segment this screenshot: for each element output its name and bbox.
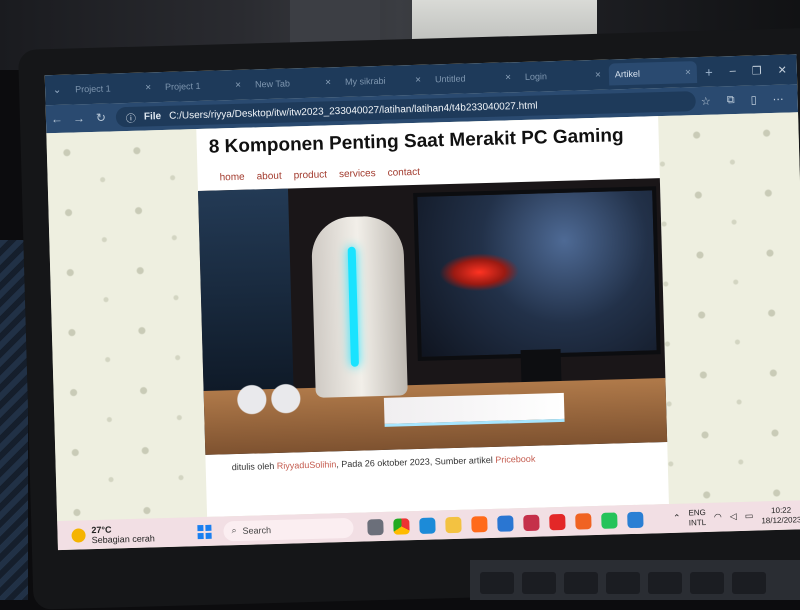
vscode-icon[interactable] (627, 511, 644, 528)
star-icon[interactable]: ☆ (701, 94, 711, 107)
laptop-keyboard (470, 560, 800, 600)
menu-icon[interactable]: ⋯ (772, 92, 784, 105)
taskbar-search[interactable]: ⌕ Search (223, 517, 354, 541)
windows-start-icon[interactable] (197, 524, 212, 539)
weather-icon (71, 527, 86, 543)
back-icon[interactable]: ← (46, 112, 68, 127)
store-icon[interactable] (497, 514, 514, 532)
info-icon[interactable]: ⓘ (126, 109, 136, 124)
close-window-icon[interactable]: ✕ (777, 63, 787, 76)
tab-active[interactable]: Artikel × (608, 61, 698, 86)
pinned-apps (367, 511, 644, 535)
nav-product[interactable]: product (294, 169, 328, 181)
webpage: 8 Komponen Penting Saat Merakit PC Gamin… (46, 112, 800, 522)
tab[interactable]: Project 1 × (159, 74, 248, 98)
address-icons: ☆ ⧉ ▯ ⋯ (701, 92, 798, 107)
close-icon[interactable]: × (235, 79, 241, 90)
file-explorer-icon[interactable] (367, 518, 384, 535)
nav-about[interactable]: about (256, 171, 281, 183)
window-controls: – ❐ ✕ (729, 63, 797, 78)
extension-icon[interactable]: ⧉ (727, 94, 735, 107)
nav-home[interactable]: home (219, 172, 244, 184)
tab[interactable]: My sikrabi × (339, 69, 428, 93)
folder-icon[interactable] (445, 516, 462, 533)
edge-icon[interactable] (419, 517, 436, 534)
maximize-icon[interactable]: ❐ (752, 64, 762, 77)
chevron-up-icon[interactable]: ⌃ (673, 513, 681, 524)
tab[interactable]: Login × (519, 64, 608, 88)
author-link[interactable]: RiyyaduSolihin (277, 459, 337, 471)
chrome-icon[interactable] (393, 517, 410, 535)
wifi-icon[interactable]: ◠ (714, 512, 722, 523)
youtube-icon[interactable] (549, 513, 566, 530)
close-icon[interactable]: × (595, 69, 601, 80)
url-text: C:/Users/riyya/Desktop/itw/itw2023_23304… (168, 100, 538, 122)
close-icon[interactable]: × (415, 74, 421, 85)
clock[interactable]: 10:22 18/12/2023 (761, 505, 800, 526)
source-link[interactable]: Pricebook (495, 454, 535, 465)
laptop-bezel: ⌄ Project 1 × Project 1 × New Tab × My sikr… (18, 27, 800, 610)
split-icon[interactable]: ▯ (750, 93, 756, 106)
tab[interactable]: Project 1 × (69, 76, 158, 100)
close-icon[interactable]: × (505, 72, 511, 83)
volume-icon[interactable]: ◁ (730, 511, 737, 522)
minimize-icon[interactable]: – (729, 64, 735, 77)
vivaldi-icon[interactable] (523, 514, 540, 531)
keyboard-image (383, 392, 565, 427)
weather-desc: Sebagian cerah (91, 532, 155, 545)
file-label: File (143, 110, 162, 123)
page-title: 8 Komponen Penting Saat Merakit PC Gamin… (208, 125, 624, 158)
firefox-icon[interactable] (471, 515, 488, 533)
search-icon: ⌕ (231, 525, 237, 536)
battery-icon[interactable]: ▭ (745, 511, 754, 522)
monitor-image (413, 186, 661, 361)
whatsapp-icon[interactable] (601, 511, 618, 529)
article-credit: ditulis oleh RiyyaduSolihin, Pada 26 okt… (231, 453, 536, 473)
nav-contact[interactable]: contact (388, 167, 421, 179)
hero-image (198, 178, 668, 455)
new-tab-icon[interactable]: + (699, 64, 719, 80)
pc-tower-image (310, 215, 408, 398)
laptop-screen: ⌄ Project 1 × Project 1 × New Tab × My sikr… (44, 54, 800, 551)
headphones-image (233, 378, 305, 421)
system-tray: ⌃ ENG INTL ◠ ◁ ▭ 10:22 18/12/2023 (673, 505, 800, 529)
article-card: 8 Komponen Penting Saat Merakit PC Gamin… (196, 116, 669, 517)
reload-icon[interactable]: ↻ (90, 110, 112, 125)
close-icon[interactable]: × (325, 77, 331, 88)
close-icon[interactable]: × (685, 67, 691, 78)
tab[interactable]: Untitled × (429, 66, 518, 90)
tab[interactable]: New Tab × (249, 71, 338, 95)
forward-icon[interactable]: → (68, 111, 90, 126)
language-indicator[interactable]: ENG INTL (688, 507, 706, 527)
close-icon[interactable]: × (145, 82, 151, 93)
tab-list-icon[interactable]: ⌄ (45, 84, 69, 96)
nav-services[interactable]: services (339, 168, 376, 180)
brave-icon[interactable] (575, 512, 592, 530)
left-background (0, 240, 28, 600)
weather-widget[interactable]: 27°C Sebagian cerah (57, 522, 192, 546)
